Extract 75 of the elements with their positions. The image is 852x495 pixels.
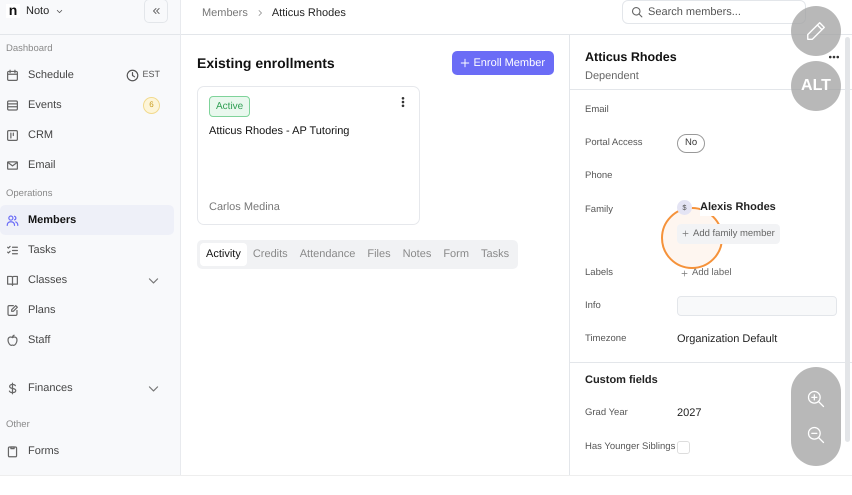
sidebar-item[interactable]: Members bbox=[0, 205, 174, 235]
zoom-out-button[interactable] bbox=[806, 424, 826, 444]
search-icon bbox=[631, 6, 643, 18]
family-member-name[interactable]: Alexis Rhodes bbox=[700, 199, 776, 216]
add-label-button[interactable]: Add label bbox=[677, 266, 736, 280]
field-label: Has Younger Siblings bbox=[585, 440, 676, 454]
field-value: Organization Default bbox=[677, 332, 778, 347]
enrollment-card[interactable]: Active Atticus Rhodes - AP Tutoring Carlos Medina bbox=[197, 86, 420, 225]
tab[interactable]: Activity bbox=[200, 243, 247, 266]
book-icon bbox=[6, 274, 19, 286]
plus-icon bbox=[681, 270, 688, 277]
workspace-name[interactable]: Noto bbox=[26, 2, 50, 20]
section-title: Custom fields bbox=[584, 372, 659, 388]
scrollbar[interactable] bbox=[845, 37, 850, 442]
enrollment-title: Atticus Rhodes - AP Tutoring bbox=[209, 124, 350, 139]
enroll-button[interactable]: Enroll Member bbox=[452, 51, 554, 75]
search-input[interactable]: Search members... bbox=[648, 4, 788, 20]
pencil-button[interactable] bbox=[791, 6, 841, 56]
sidebar-item[interactable]: Schedule EST bbox=[0, 60, 174, 90]
clipboard-icon bbox=[6, 444, 19, 458]
instructor-name: Carlos Medina bbox=[209, 200, 281, 214]
pencil-icon bbox=[805, 20, 827, 42]
field-label: Email bbox=[585, 103, 610, 118]
status-tag: Active bbox=[209, 96, 250, 117]
sidebar-item[interactable]: CRM bbox=[0, 120, 174, 150]
portal-access-toggle[interactable]: No bbox=[677, 134, 706, 153]
clock-icon bbox=[126, 68, 140, 82]
note-edit-icon bbox=[6, 304, 19, 316]
dollar-icon bbox=[6, 382, 19, 394]
zoom-out-icon bbox=[806, 424, 826, 444]
section-title: Existing enrollments bbox=[197, 54, 335, 73]
section-label: Operations bbox=[5, 187, 54, 201]
zoom-in-button[interactable] bbox=[806, 388, 826, 408]
member-role: Dependent bbox=[585, 68, 640, 84]
sidebar-item[interactable]: Plans bbox=[0, 295, 174, 325]
chevron-right-icon bbox=[256, 9, 264, 17]
section-label: Dashboard bbox=[5, 42, 54, 56]
field-label: Grad Year bbox=[585, 406, 629, 420]
sidebar-item[interactable]: Events 6 bbox=[0, 90, 174, 120]
sidebar-item[interactable]: Tasks bbox=[0, 235, 174, 265]
field-label: Timezone bbox=[585, 332, 628, 346]
logo: n bbox=[6, 4, 20, 18]
checkbox[interactable] bbox=[677, 440, 690, 454]
field-label: Labels bbox=[585, 266, 614, 280]
collapse-button[interactable] bbox=[144, 0, 168, 23]
calendar-icon bbox=[6, 68, 19, 82]
apple-icon bbox=[6, 334, 19, 346]
plus-icon bbox=[460, 58, 470, 68]
search-field[interactable]: Search members... bbox=[622, 0, 806, 24]
zoom-in-icon bbox=[806, 388, 826, 408]
info-field[interactable] bbox=[677, 296, 837, 316]
field-label: Portal Access bbox=[585, 136, 644, 150]
field-label: Family bbox=[585, 203, 614, 217]
field-value: 2027 bbox=[677, 406, 702, 421]
more-icon bbox=[828, 55, 840, 59]
breadcrumb-link[interactable]: Members bbox=[202, 5, 248, 22]
sidebar-item[interactable]: Finances bbox=[0, 373, 174, 403]
board-icon bbox=[6, 128, 19, 142]
field-label: Phone bbox=[585, 169, 614, 184]
double-chevron-left-icon bbox=[151, 6, 161, 16]
plus-icon bbox=[682, 230, 689, 238]
sidebar-item[interactable]: Staff bbox=[0, 325, 174, 355]
mail-icon bbox=[6, 158, 19, 172]
sidebar-item[interactable]: Email bbox=[0, 150, 174, 180]
count-badge: 6 bbox=[143, 96, 160, 114]
checklist-icon bbox=[6, 244, 19, 256]
sidebar-item[interactable]: Classes bbox=[0, 265, 174, 295]
member-name: Atticus Rhodes bbox=[585, 49, 677, 66]
section-label: Other bbox=[5, 418, 31, 432]
sidebar-item[interactable]: Forms bbox=[0, 436, 174, 466]
timezone-label: EST bbox=[142, 68, 160, 82]
people-icon bbox=[6, 214, 19, 226]
list-icon bbox=[6, 98, 19, 112]
field-label: Info bbox=[585, 299, 602, 314]
add-family-button[interactable]: Add family member bbox=[677, 224, 780, 244]
